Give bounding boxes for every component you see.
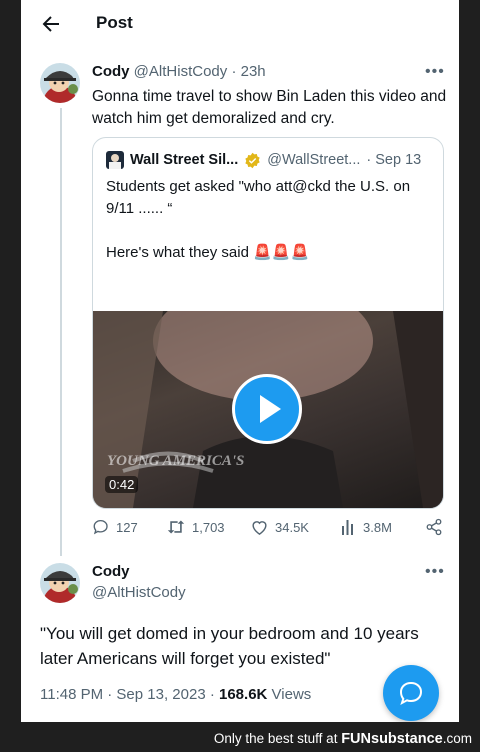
- back-arrow-icon[interactable]: [39, 12, 63, 36]
- quoted-text-line1: Students get asked "who att@ckd the U.S.…: [106, 178, 411, 217]
- quoted-tweet-date: · Sep 13: [366, 152, 422, 168]
- reply-timestamp[interactable]: 11:48 PM · Sep 13, 2023 ·: [40, 686, 219, 703]
- post-screen: Post Cody @AltHistCody · 23h ••• Gonna t…: [21, 0, 459, 722]
- play-icon: [260, 395, 281, 423]
- more-dots-icon[interactable]: •••: [425, 563, 445, 581]
- video-player[interactable]: YOUNG AMERICA'S 0:42: [93, 311, 443, 508]
- reply-count: 127: [116, 519, 138, 535]
- repost-count: 1,703: [192, 519, 225, 535]
- reply-action[interactable]: 127: [92, 518, 138, 536]
- quoted-text-line2: Here's what they said 🚨🚨🚨: [106, 244, 310, 261]
- reply-views-label: Views: [267, 686, 312, 703]
- quoted-author-name: Wall Street Sil...: [130, 152, 239, 168]
- reply-meta: 11:48 PM · Sep 13, 2023 · 168.6K Views: [40, 686, 311, 703]
- reply-author-name[interactable]: Cody: [92, 563, 130, 580]
- repost-action[interactable]: 1,703: [166, 518, 225, 536]
- video-duration: 0:42: [105, 476, 139, 493]
- repost-icon: [167, 520, 185, 534]
- footer-text: Only the best stuff at: [213, 731, 342, 746]
- chat-bubble-icon: [399, 681, 423, 706]
- avatar[interactable]: [40, 63, 80, 103]
- like-count: 34.5K: [275, 519, 309, 535]
- heart-icon: [252, 521, 267, 535]
- avatar-illustration: [40, 63, 80, 103]
- tweet-header: Cody @AltHistCody · 23h: [92, 63, 266, 80]
- quoted-tweet-card[interactable]: Wall Street Sil... @WallStreet... · Sep …: [92, 137, 444, 509]
- quoted-author-handle: @WallStreet...: [267, 152, 361, 168]
- reply-icon: [93, 519, 108, 535]
- avatar-illustration: [40, 563, 80, 603]
- site-footer: Only the best stuff at FUNsubstance.com: [0, 726, 480, 752]
- reply-text: "You will get domed in your bedroom and …: [40, 624, 419, 668]
- page-title: Post: [96, 13, 133, 32]
- verified-badge-icon: [245, 152, 260, 168]
- quoted-avatar: [106, 151, 124, 169]
- action-bar: 127 1,703 34.5K 3.8M: [92, 518, 444, 540]
- quoted-tweet-text: Students get asked "who att@ckd the U.S.…: [106, 176, 426, 264]
- author-handle[interactable]: @AltHistCody: [134, 63, 228, 80]
- video-watermark: YOUNG AMERICA'S: [107, 453, 245, 469]
- tweet-text: Gonna time travel to show Bin Laden this…: [92, 88, 447, 127]
- footer-brand[interactable]: FUNsubstance: [341, 731, 443, 747]
- more-dots-icon[interactable]: •••: [425, 63, 445, 81]
- compose-reply-button[interactable]: [383, 665, 439, 721]
- reply-avatar[interactable]: [40, 563, 80, 603]
- share-action[interactable]: [425, 518, 449, 536]
- views-icon: [342, 520, 353, 535]
- top-bar: Post: [21, 0, 459, 48]
- author-name[interactable]: Cody: [92, 63, 130, 80]
- tweet-time[interactable]: · 23h: [231, 63, 265, 80]
- like-action[interactable]: 34.5K: [250, 518, 309, 536]
- reply-author-handle[interactable]: @AltHistCody: [92, 584, 186, 601]
- footer-suffix: .com: [442, 731, 472, 746]
- thread-line: [60, 108, 62, 556]
- views-action[interactable]: 3.8M: [341, 518, 392, 536]
- reply-views-count: 168.6K: [219, 686, 268, 703]
- share-icon: [426, 518, 442, 536]
- quoted-tweet-header: Wall Street Sil... @WallStreet... · Sep …: [106, 151, 421, 169]
- play-button[interactable]: [232, 374, 302, 444]
- views-count: 3.8M: [363, 519, 392, 535]
